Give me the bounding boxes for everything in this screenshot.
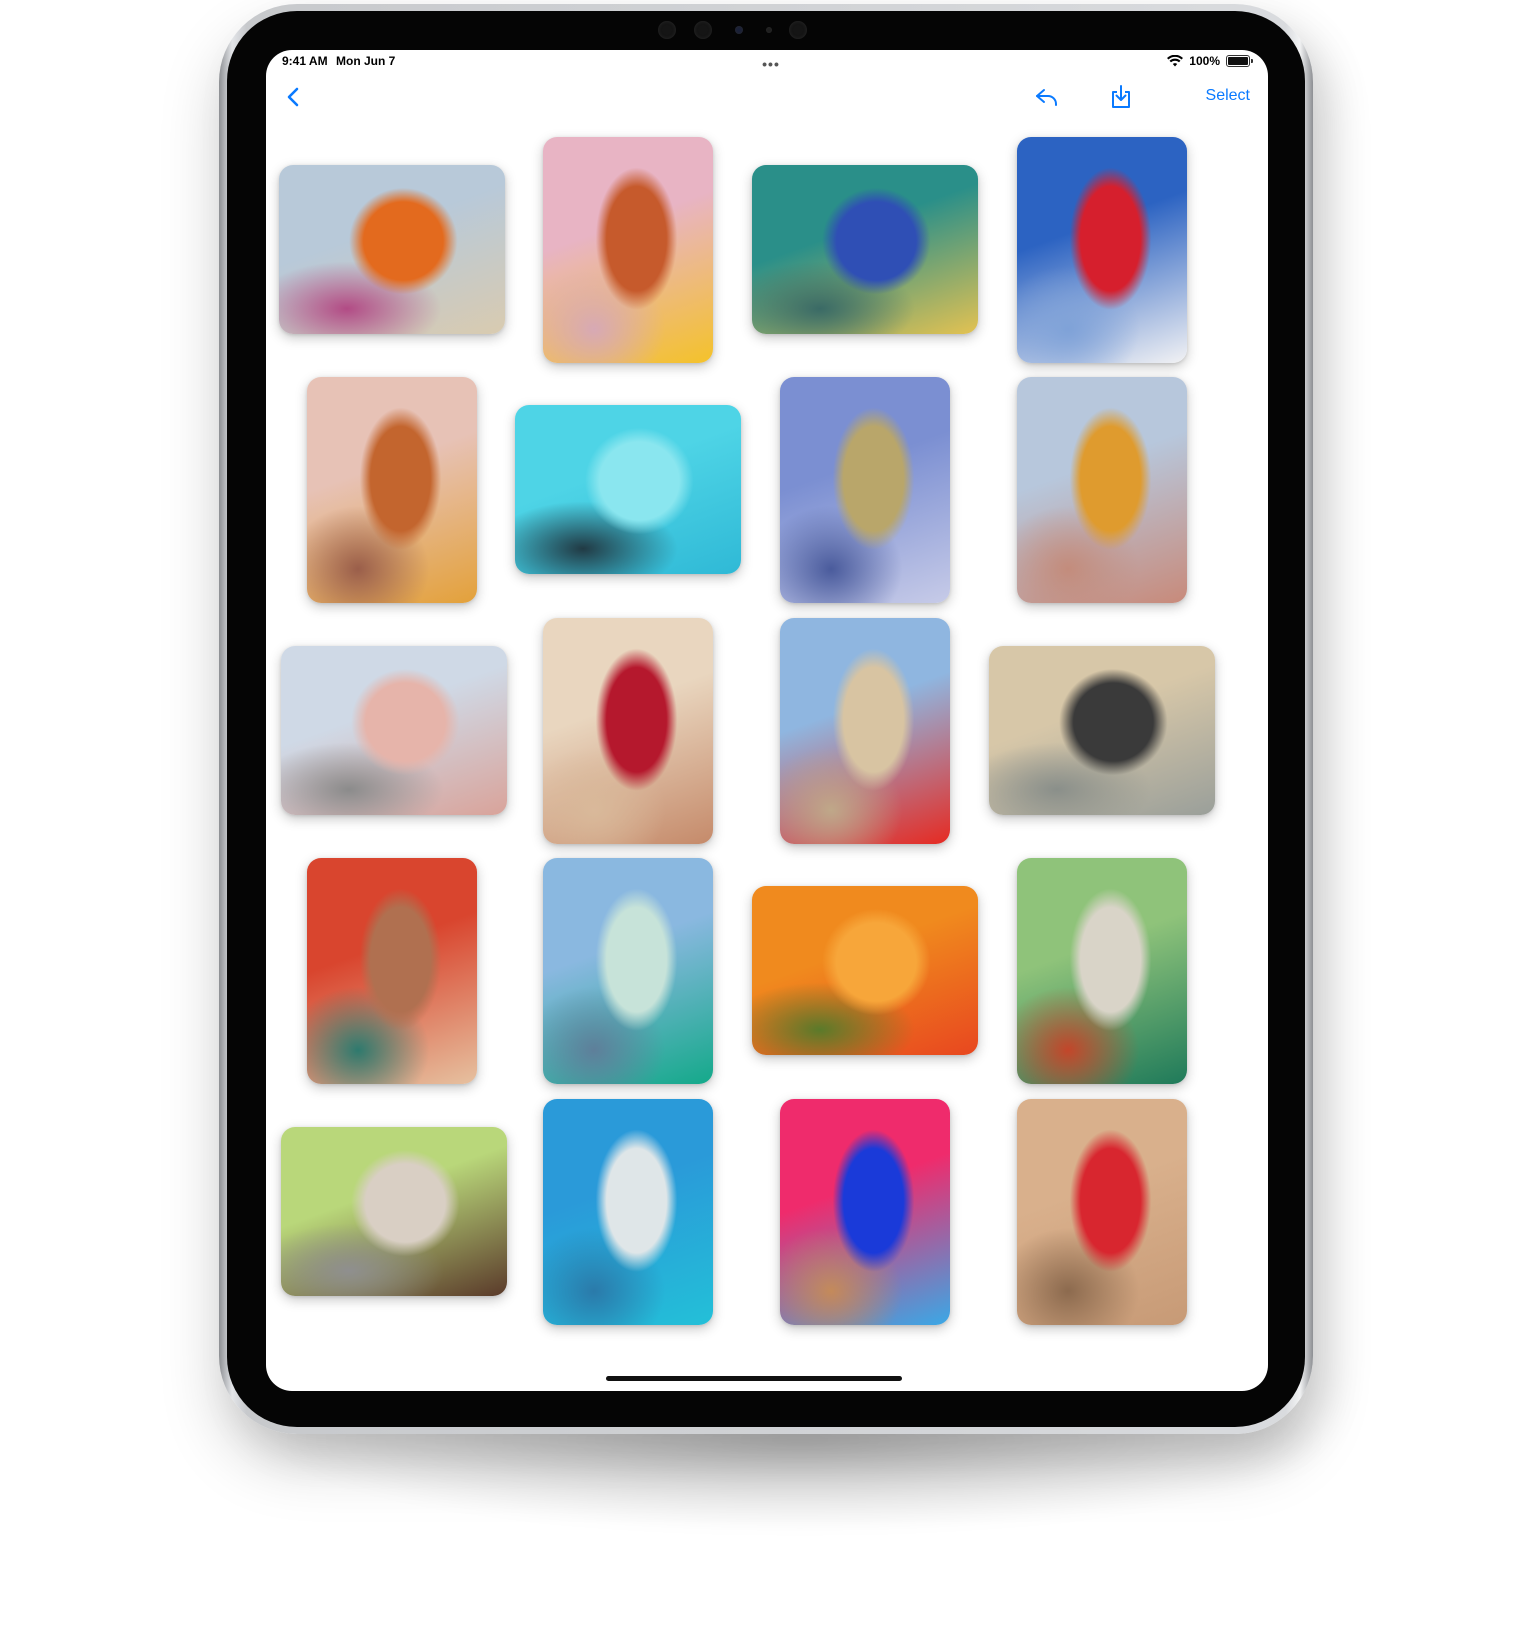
photo-woman-green-top[interactable] <box>543 858 713 1084</box>
photo-woman-red-jumpsuit[interactable] <box>1017 137 1187 363</box>
camera-sensors <box>227 21 1305 43</box>
photo-silhouette-sea[interactable] <box>989 646 1215 815</box>
photo-blue-building-windows[interactable] <box>780 377 950 603</box>
photo-dancer-pavilion[interactable] <box>279 165 505 334</box>
photo-red-cloth-beach[interactable] <box>780 618 950 844</box>
photo-red-sari-feet[interactable] <box>307 858 477 1084</box>
select-button[interactable]: Select <box>1206 87 1250 105</box>
chevron-left-icon[interactable] <box>284 86 304 108</box>
photo-dancer-street[interactable] <box>281 1127 507 1296</box>
photo-blue-wall-window[interactable] <box>543 1099 713 1325</box>
photo-man-green-turban[interactable] <box>1017 858 1187 1084</box>
photo-woman-orange-tee-monument[interactable] <box>1017 377 1187 603</box>
battery-icon <box>1226 55 1253 67</box>
photo-hands-pomegranate[interactable] <box>543 618 713 844</box>
photo-woman-yellow-shirt[interactable] <box>543 137 713 363</box>
home-indicator[interactable] <box>606 1376 902 1381</box>
sensor-dot <box>766 27 772 33</box>
sensor-dot <box>789 21 807 39</box>
download-tray-icon[interactable] <box>1108 84 1134 110</box>
photo-pink-train-car[interactable] <box>281 646 507 815</box>
sensor-dot <box>658 21 676 39</box>
reply-arrow-icon[interactable] <box>1034 84 1060 110</box>
photo-elderly-woman-dupatta[interactable] <box>307 377 477 603</box>
screen: 9:41 AM Mon Jun 7 ••• 100% Select <box>266 50 1268 1391</box>
wifi-icon <box>1167 55 1184 67</box>
status-right: 100% <box>1167 54 1253 68</box>
status-bar: 9:41 AM Mon Jun 7 ••• 100% <box>280 54 1254 72</box>
status-time: 9:41 AM <box>282 54 328 68</box>
photo-woman-red-sari-wall[interactable] <box>1017 1099 1187 1325</box>
photo-man-sunglasses[interactable] <box>780 1099 950 1325</box>
status-date: Mon Jun 7 <box>336 54 396 68</box>
photo-woman-teal-door[interactable] <box>752 165 978 334</box>
front-camera-icon <box>735 26 743 34</box>
sensor-dot <box>694 21 712 39</box>
battery-percent: 100% <box>1189 54 1220 68</box>
photo-woman-swimming-pool[interactable] <box>515 405 741 574</box>
navigation-bar: Select <box>266 80 1268 114</box>
multitasking-dots-icon[interactable]: ••• <box>751 56 791 72</box>
photo-oranges-crate[interactable] <box>752 886 978 1055</box>
